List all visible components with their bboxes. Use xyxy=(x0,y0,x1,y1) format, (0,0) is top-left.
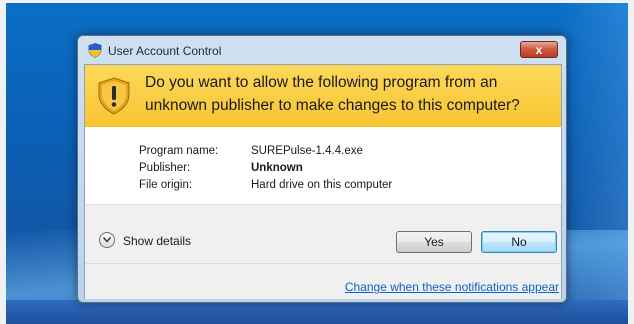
titlebar[interactable]: User Account Control x xyxy=(78,36,566,64)
info-label: File origin: xyxy=(139,179,193,191)
warning-banner: Do you want to allow the following progr… xyxy=(85,65,561,127)
publisher-value: Unknown xyxy=(251,162,303,174)
uac-shield-icon xyxy=(88,43,102,58)
chevron-down-icon[interactable] xyxy=(99,232,115,248)
file-origin-value: Hard drive on this computer xyxy=(251,179,393,191)
dialog-body: Do you want to allow the following progr… xyxy=(84,64,562,299)
show-details-label[interactable]: Show details xyxy=(123,234,191,248)
info-label: Publisher: xyxy=(139,162,191,174)
no-button[interactable]: No xyxy=(481,231,557,253)
uac-dialog: User Account Control x Do you want to al… xyxy=(77,35,567,303)
uac-question: Do you want to allow the following progr… xyxy=(145,74,520,114)
yes-button[interactable]: Yes xyxy=(396,231,472,253)
change-notifications-link[interactable]: Change when these notifications appear xyxy=(85,280,561,294)
close-button[interactable]: x xyxy=(520,41,558,58)
change-notifications-link-text[interactable]: Change when these notifications appear xyxy=(345,280,559,294)
warning-shield-icon xyxy=(97,77,131,115)
close-icon: x xyxy=(535,43,543,57)
dialog-footer: Show details Yes No Change when these no… xyxy=(85,204,561,299)
info-label: Program name: xyxy=(139,145,219,157)
program-name-value: SUREPulse-1.4.4.exe xyxy=(251,145,363,157)
dialog-title: User Account Control xyxy=(108,44,222,58)
footer-divider xyxy=(85,263,561,264)
